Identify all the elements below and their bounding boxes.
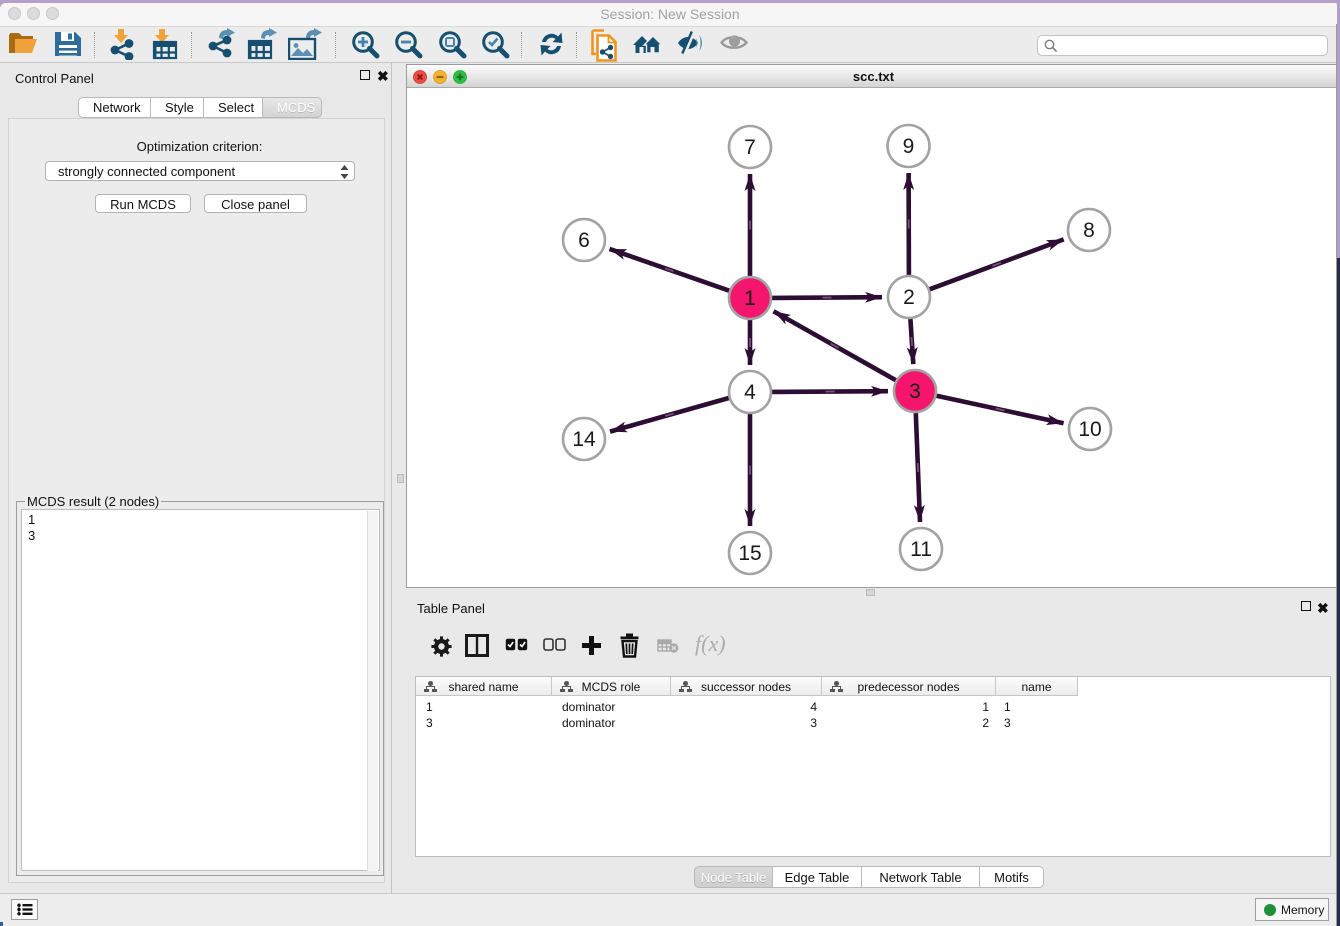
svg-text:11: 11	[910, 538, 932, 561]
svg-text:10: 10	[1078, 418, 1101, 441]
svg-text:4: 4	[744, 381, 756, 404]
svg-text:8: 8	[1083, 219, 1095, 242]
svg-text:14: 14	[572, 428, 596, 451]
svg-text:3: 3	[909, 380, 921, 403]
svg-text:2: 2	[903, 286, 915, 309]
svg-text:1: 1	[744, 287, 756, 310]
svg-text:7: 7	[744, 136, 756, 159]
svg-text:15: 15	[738, 542, 761, 565]
svg-text:9: 9	[903, 135, 915, 158]
svg-text:6: 6	[578, 229, 590, 252]
